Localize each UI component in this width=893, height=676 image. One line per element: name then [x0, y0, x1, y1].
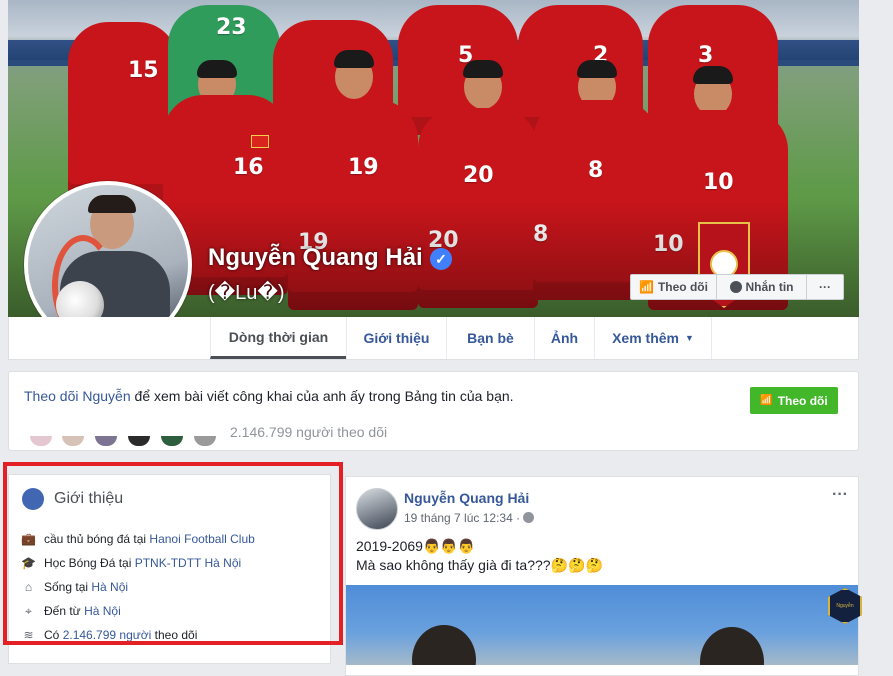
post-text-line: Mà sao không thấy già đi ta???🤔🤔🤔	[356, 557, 603, 573]
message-button-label: Nhắn tin	[745, 280, 794, 294]
player-hair	[693, 66, 733, 84]
messenger-icon	[729, 281, 742, 293]
tab-more[interactable]: Xem thêm ▼	[594, 317, 712, 359]
player: 15	[68, 22, 178, 202]
tab-label: Ảnh	[550, 330, 579, 346]
rss-icon: 📶	[760, 395, 773, 406]
verified-badge-icon: ✓	[430, 248, 452, 270]
flag-icon	[251, 135, 269, 148]
tab-photos[interactable]: Ảnh	[534, 317, 594, 359]
tab-friends[interactable]: Bạn bè	[446, 317, 534, 359]
public-globe-icon	[523, 512, 534, 523]
profile-nav: Dòng thời gian Giới thiệu Bạn bè Ảnh Xem…	[8, 317, 859, 360]
follow-button-label: Theo dõi	[657, 280, 708, 294]
jersey-number: 20	[463, 163, 494, 188]
post-timestamp[interactable]: 19 tháng 7 lúc 12:34 ·	[404, 511, 520, 525]
post-author-name[interactable]: Nguyễn Quang Hải	[404, 490, 529, 506]
jersey-number: 10	[703, 170, 734, 195]
jersey-number: 3	[698, 43, 714, 68]
post-text-line: 2019-2069👨👨👨	[356, 538, 476, 554]
post-author-avatar[interactable]	[356, 488, 398, 530]
profile-nickname: (�Lu�)	[208, 282, 285, 304]
jersey-number: 23	[216, 15, 247, 40]
jersey-number: 15	[128, 58, 159, 83]
follow-prompt-rest: để xem bài viết công khai của anh ấy tro…	[130, 388, 514, 404]
jersey-number: 19	[348, 155, 379, 180]
tab-label: Giới thiệu	[363, 330, 430, 346]
tab-timeline[interactable]: Dòng thời gian	[210, 317, 346, 359]
follow-link[interactable]: Theo dõi Nguyễn	[24, 388, 131, 404]
person-head	[700, 627, 764, 665]
tab-label: Dòng thời gian	[228, 328, 329, 345]
follower-count: 2.146.799 người theo dõi	[230, 424, 388, 440]
post-image[interactable]	[346, 585, 858, 665]
red-highlight-box	[3, 462, 343, 645]
more-icon: ···	[819, 280, 831, 294]
player-hair	[463, 60, 503, 78]
message-button[interactable]: Nhắn tin	[717, 274, 807, 300]
avatar-hair	[88, 195, 136, 213]
follow-green-button-label: Theo dõi	[777, 393, 828, 408]
jersey-number: 16	[233, 155, 264, 180]
person-head	[412, 625, 476, 665]
jersey-number: 8	[588, 158, 604, 183]
follow-button[interactable]: 📶 Theo dõi	[630, 274, 717, 300]
follow-prompt-text: Theo dõi Nguyễn để xem bài viết công kha…	[24, 388, 514, 404]
caret-down-icon: ▼	[685, 333, 694, 343]
tab-label: Xem thêm	[612, 330, 679, 346]
tab-about[interactable]: Giới thiệu	[346, 317, 446, 359]
tab-label: Bạn bè	[467, 330, 514, 346]
post-options-button[interactable]: ···	[832, 486, 848, 504]
player-hair	[577, 60, 617, 78]
player-hair	[197, 60, 237, 78]
follow-green-button[interactable]: 📶 Theo dõi	[750, 387, 838, 414]
player-hair	[334, 50, 374, 68]
profile-name[interactable]: Nguyễn Quang Hải	[208, 244, 423, 272]
more-options-button[interactable]: ···	[806, 274, 844, 300]
rss-icon: 📶	[639, 280, 654, 294]
